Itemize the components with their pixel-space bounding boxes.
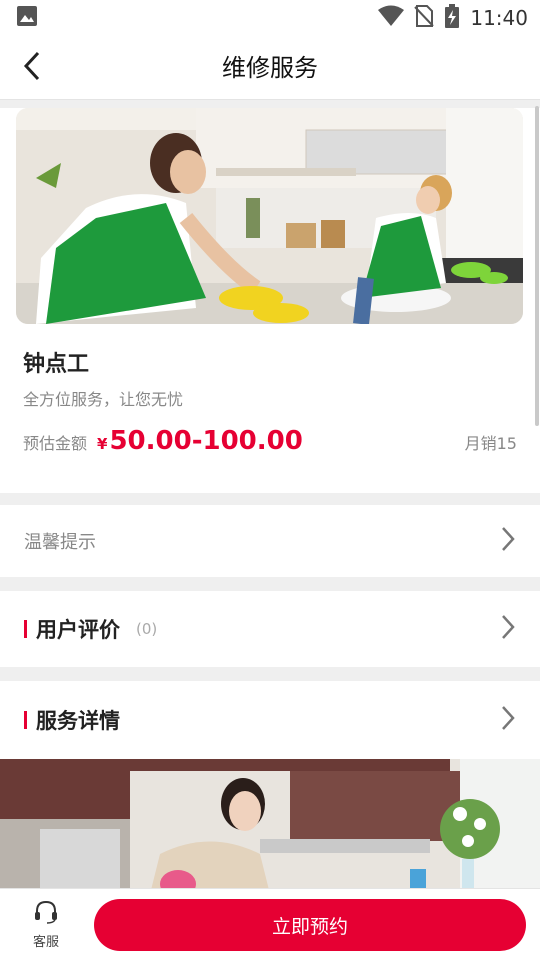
price-value: 50.00-100.00 bbox=[109, 426, 303, 456]
back-button[interactable] bbox=[14, 50, 50, 86]
content-scroll[interactable]: 钟点工 全方位服务，让您无忧 预估金额 ¥ 50.00-100.00 月销15 … bbox=[0, 101, 540, 888]
scrollbar[interactable] bbox=[535, 106, 539, 426]
service-name: 钟点工 bbox=[23, 352, 90, 377]
section-marker bbox=[24, 711, 27, 729]
status-bar: 11:40 bbox=[0, 0, 540, 36]
service-detail-image bbox=[0, 759, 540, 888]
battery-charging-icon bbox=[444, 4, 460, 32]
back-arrow-icon bbox=[22, 51, 42, 85]
details-row[interactable]: 服务详情 bbox=[0, 681, 540, 759]
currency-symbol: ¥ bbox=[97, 435, 108, 453]
reviews-row[interactable]: 用户评价 (0) bbox=[0, 591, 540, 667]
chevron-right-icon bbox=[500, 614, 516, 644]
service-hero-image bbox=[16, 108, 523, 324]
reviews-count: (0) bbox=[136, 620, 158, 638]
chevron-right-icon bbox=[500, 526, 516, 556]
price-row: 预估金额 ¥ 50.00-100.00 月销15 bbox=[23, 426, 517, 456]
tips-label: 温馨提示 bbox=[24, 532, 96, 553]
tips-row[interactable]: 温馨提示 bbox=[0, 505, 540, 577]
service-info: 钟点工 全方位服务，让您无忧 预估金额 ¥ 50.00-100.00 月销15 bbox=[0, 324, 540, 493]
reviews-title: 用户评价 bbox=[36, 618, 120, 642]
details-title: 服务详情 bbox=[36, 709, 120, 733]
price-label: 预估金额 bbox=[23, 434, 88, 453]
customer-service-button[interactable]: 客服 bbox=[14, 899, 78, 951]
service-card: 钟点工 全方位服务，让您无忧 预估金额 ¥ 50.00-100.00 月销15 bbox=[0, 108, 540, 493]
customer-service-label: 客服 bbox=[32, 935, 59, 950]
service-subtitle: 全方位服务，让您无忧 bbox=[23, 390, 184, 409]
no-sim-icon bbox=[414, 5, 435, 31]
bottom-bar: 客服 立即预约 bbox=[0, 888, 540, 960]
section-marker bbox=[24, 620, 27, 638]
chevron-right-icon bbox=[500, 705, 516, 735]
status-indicators: 11:40 bbox=[378, 4, 528, 32]
book-now-button[interactable]: 立即预约 bbox=[94, 899, 526, 951]
wifi-icon bbox=[378, 5, 405, 31]
page-title: 维修服务 bbox=[222, 54, 318, 82]
image-icon bbox=[16, 5, 38, 31]
monthly-sales: 月销15 bbox=[464, 434, 517, 453]
header: 维修服务 bbox=[0, 36, 540, 100]
headset-icon bbox=[33, 899, 59, 929]
clock: 11:40 bbox=[470, 6, 528, 30]
